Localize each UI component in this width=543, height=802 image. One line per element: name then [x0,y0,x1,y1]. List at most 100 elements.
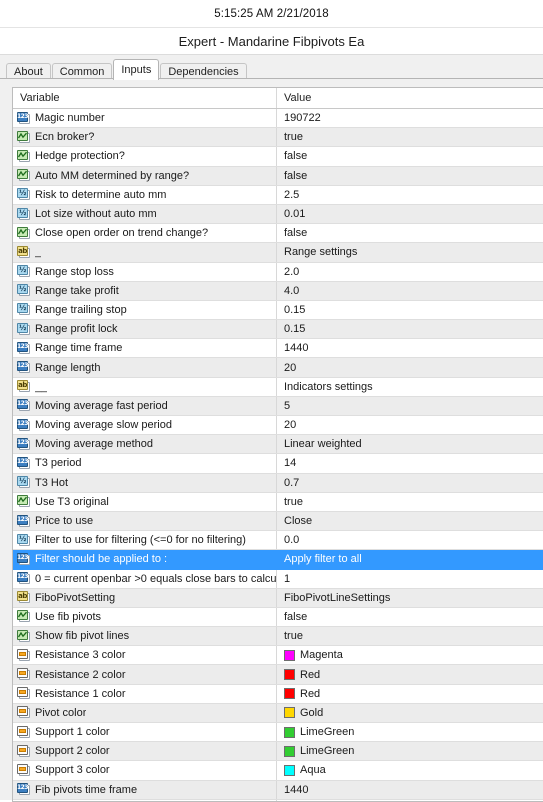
variable-cell[interactable]: 123 Moving average method [13,435,277,454]
value-cell[interactable]: false [277,224,543,242]
variable-cell[interactable]: Support 2 color [13,742,277,761]
variable-cell[interactable]: Close open order on trend change? [13,224,277,243]
value-cell[interactable]: false [277,147,543,165]
variable-cell[interactable]: Pivot color [13,703,277,722]
value-cell[interactable]: 0.15 [277,301,543,319]
variable-cell[interactable]: 123 Price to use [13,511,277,531]
value-cell[interactable]: Indicators settings [277,378,543,396]
table-row[interactable]: 123 0 = current openbar >0 equals close b… [13,569,543,589]
table-row[interactable]: ab __ Indicators settings [13,377,543,397]
column-header-variable[interactable]: Variable [13,88,277,108]
variable-cell[interactable]: ab FiboPivotSetting [13,588,277,607]
value-cell[interactable]: 0.0 [277,531,543,549]
variable-cell[interactable]: 123 Fib pivots time frame [13,780,277,799]
value-cell[interactable]: Magenta [277,646,543,664]
variable-cell[interactable]: ½ Risk to determine auto mm [13,185,277,204]
table-row[interactable]: Resistance 2 color Red [13,665,543,685]
variable-cell[interactable]: Ecn broker? [13,128,277,147]
value-cell[interactable]: LimeGreen [277,742,543,760]
table-row[interactable]: ½ Range profit lock 0.15 [13,320,543,340]
tab-inputs[interactable]: Inputs [113,59,160,80]
table-row[interactable]: 123 Moving average slow period 20 [13,416,543,436]
table-row[interactable]: ½ Range trailing stop 0.15 [13,300,543,321]
table-row[interactable]: 123 Moving average fast period 5 [13,396,543,416]
value-cell[interactable]: 1 [277,570,543,588]
value-cell[interactable]: true [277,627,543,645]
variable-cell[interactable]: 123 Moving average slow period [13,416,277,435]
value-cell[interactable]: 1440 [277,339,543,357]
variable-cell[interactable]: 123 T3 period [13,454,277,473]
value-cell[interactable]: 0.15 [277,320,543,338]
table-row[interactable]: Support 1 color LimeGreen [13,723,543,743]
value-cell[interactable]: Red [277,685,543,703]
table-row[interactable]: ½ T3 Hot 0.7 [13,473,543,493]
table-row[interactable]: 123 Moving average method Linear weighted [13,435,543,455]
table-row[interactable]: Pivot color Gold [13,703,543,723]
table-row[interactable]: ab _ Range settings [13,243,543,263]
table-row[interactable]: 123 Price to use Close [13,511,543,532]
value-cell[interactable]: 14 [277,454,543,472]
value-cell[interactable]: Apply filter to all [277,550,543,568]
variable-cell[interactable]: Use fib pivots [13,607,277,627]
value-cell[interactable]: FiboPivotLineSettings [277,589,543,607]
value-cell[interactable]: 0.7 [277,474,543,492]
table-row[interactable]: Resistance 3 color Magenta [13,646,543,666]
variable-cell[interactable]: 123 Moving average fast period [13,396,277,415]
variable-cell[interactable]: Use T3 original [13,492,277,511]
table-row[interactable]: Ecn broker? true [13,128,543,148]
variable-cell[interactable]: ½ Range profit lock [13,320,277,339]
table-row[interactable]: Hedge protection? false [13,147,543,167]
variable-cell[interactable]: ½ Range stop loss [13,262,277,281]
variable-cell[interactable]: Support 3 color [13,761,277,780]
table-row[interactable]: ½ Risk to determine auto mm 2.5 [13,185,543,205]
variable-cell[interactable]: Support 1 color [13,723,277,742]
table-row[interactable]: ab FiboPivotSetting FiboPivotLineSettings [13,588,543,608]
value-cell[interactable]: 2.0 [277,263,543,281]
table-row[interactable]: Auto MM determined by range? false [13,166,543,186]
table-row[interactable]: 123 Range time frame 1440 [13,339,543,359]
value-cell[interactable]: 20 [277,416,543,434]
table-row[interactable]: ½ Range take profit 4.0 [13,281,543,301]
variable-cell[interactable]: Show fib pivot lines [13,627,277,646]
table-row[interactable]: Use T3 original true [13,492,543,512]
variable-cell[interactable]: 123 Magic number [13,109,277,128]
table-row[interactable]: 123 T3 period 14 [13,454,543,474]
table-row[interactable]: 123 Magic number 190722 [13,109,543,129]
table-row[interactable]: Support 3 color Aqua [13,761,543,781]
value-cell[interactable]: false [277,167,543,185]
variable-cell[interactable]: 123 Range length [13,358,277,377]
value-cell[interactable]: true [277,493,543,511]
table-row[interactable]: Close open order on trend change? false [13,224,543,244]
value-cell[interactable]: Gold [277,704,543,722]
value-cell[interactable]: Aqua [277,761,543,779]
variable-cell[interactable]: Auto MM determined by range? [13,166,277,185]
table-row[interactable]: 123 Range length 20 [13,358,543,378]
table-row[interactable]: Resistance 1 color Red [13,684,543,704]
value-cell[interactable]: 1440 [277,781,543,799]
value-cell[interactable]: 0.01 [277,205,543,223]
variable-cell[interactable]: ½ Range take profit [13,281,277,300]
variable-cell[interactable]: ½ Range trailing stop [13,300,277,320]
table-row[interactable]: ½ Lot size without auto mm 0.01 [13,204,543,225]
value-cell[interactable]: 5 [277,397,543,415]
value-cell[interactable]: Range settings [277,243,543,261]
table-row[interactable]: ½ Range stop loss 2.0 [13,262,543,282]
value-cell[interactable]: 20 [277,358,543,376]
variable-cell[interactable]: 123 Range time frame [13,339,277,358]
value-cell[interactable]: 2.5 [277,186,543,204]
variable-cell[interactable]: 123 Filter should be applied to : [13,550,277,569]
variable-cell[interactable]: ab _ [13,243,277,262]
table-row[interactable]: 123 Fib pivots time frame 1440 [13,780,543,800]
value-cell[interactable]: 4.0 [277,282,543,300]
variable-cell[interactable]: Resistance 2 color [13,665,277,684]
variable-cell[interactable]: ½ Lot size without auto mm [13,204,277,224]
table-row[interactable]: Show fib pivot lines true [13,627,543,647]
variable-cell[interactable]: ab __ [13,377,277,396]
value-cell[interactable]: Linear weighted [277,435,543,453]
value-cell[interactable]: LimeGreen [277,723,543,741]
table-row[interactable]: Support 2 color LimeGreen [13,742,543,762]
variable-cell[interactable]: ½ Filter to use for filtering (<=0 for no… [13,531,277,550]
value-cell[interactable]: Close [277,512,543,530]
variable-cell[interactable]: ½ T3 Hot [13,473,277,492]
table-row[interactable]: Use fib pivots false [13,607,543,628]
